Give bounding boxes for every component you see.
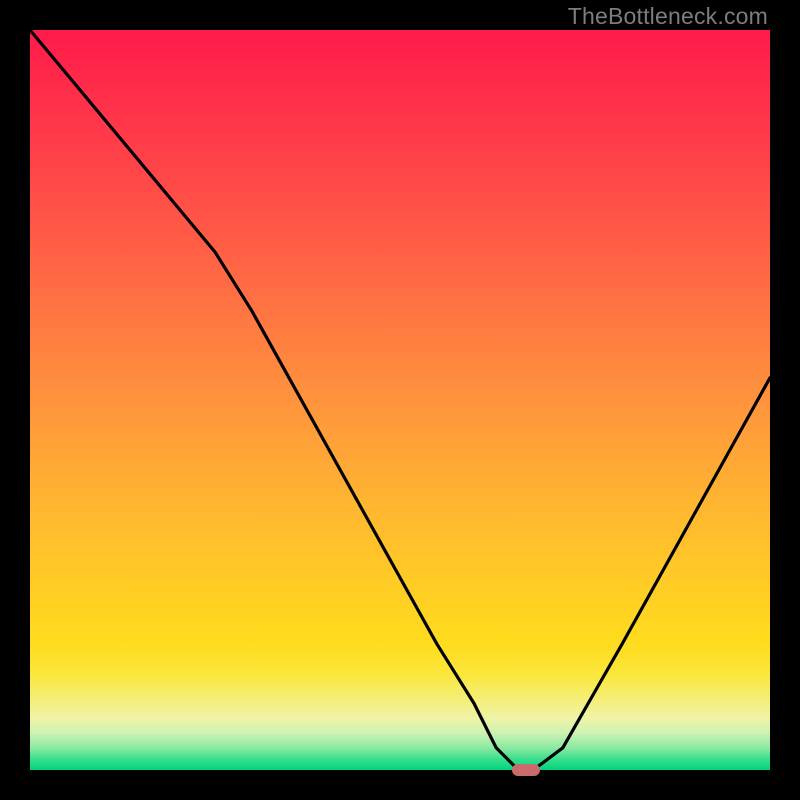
chart-frame: TheBottleneck.com (0, 0, 800, 800)
curve-path (30, 30, 770, 770)
optimal-point-marker (512, 764, 540, 776)
watermark-text: TheBottleneck.com (568, 3, 768, 30)
plot-area (30, 30, 770, 770)
bottleneck-curve (30, 30, 770, 770)
